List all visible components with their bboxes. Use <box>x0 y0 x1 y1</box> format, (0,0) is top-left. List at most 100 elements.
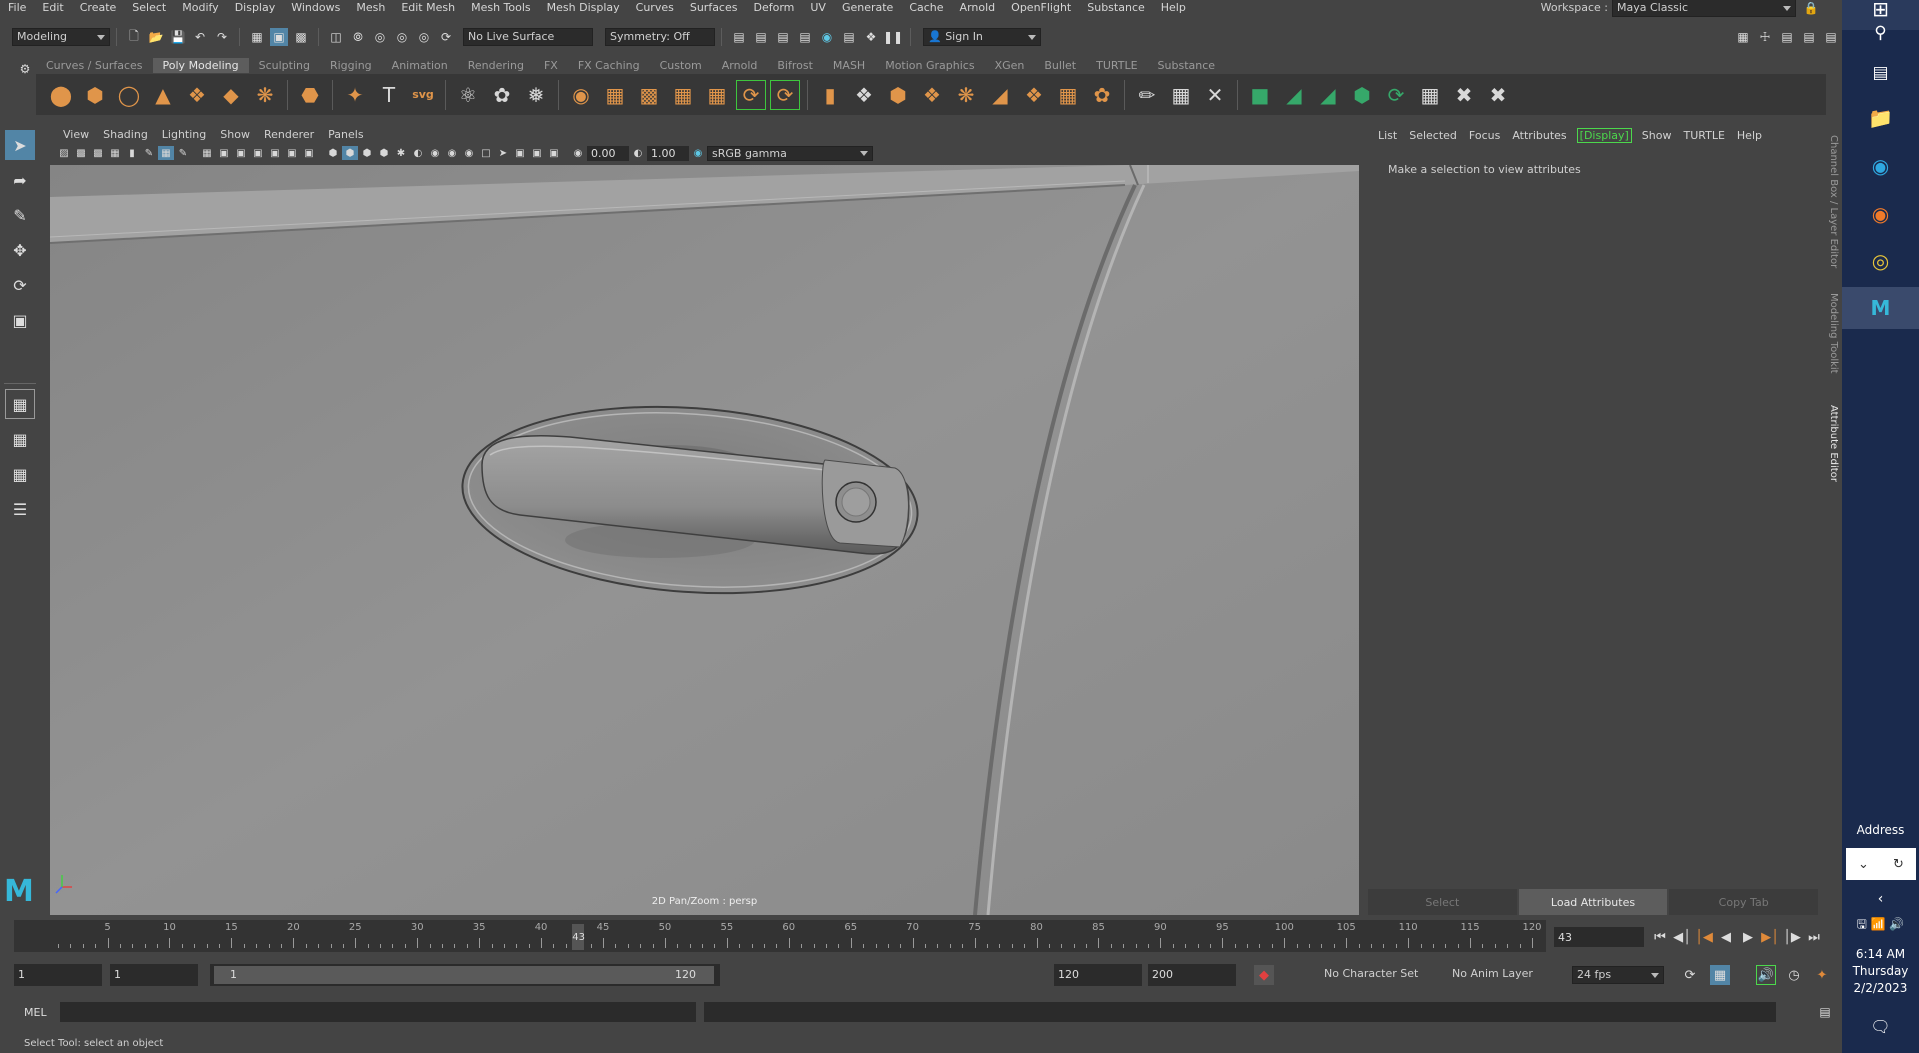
firefox-icon[interactable]: ◉ <box>1842 193 1919 235</box>
go-to-end-icon[interactable]: ⏭ <box>1804 927 1824 947</box>
smooth-icon[interactable]: ❅ <box>521 80 551 110</box>
screen-space-ao-icon[interactable]: ◉ <box>427 146 443 160</box>
gamma-input[interactable]: 1.00 <box>647 145 689 161</box>
hypershade-icon[interactable]: ◉ <box>818 28 836 46</box>
super-shape-icon[interactable]: ✦ <box>340 80 370 110</box>
mode-dropdown[interactable]: Modeling <box>12 28 110 46</box>
snap-view-icon[interactable]: ◎ <box>393 28 411 46</box>
pan-zoom-icon[interactable]: ▦ <box>158 146 174 160</box>
shelf-tab-fx-caching[interactable]: FX Caching <box>568 58 650 73</box>
weld-icon[interactable]: ❋ <box>951 80 981 110</box>
slide-edge-icon[interactable]: ▦ <box>1166 80 1196 110</box>
depth-of-field-icon[interactable]: □ <box>478 146 494 160</box>
shelf-tab-motion-graphics[interactable]: Motion Graphics <box>875 58 984 73</box>
shelf-tab-arnold[interactable]: Arnold <box>712 58 768 73</box>
symmetry-dropdown[interactable]: Symmetry: Off <box>605 28 715 46</box>
field-chart-icon[interactable]: ▣ <box>267 146 283 160</box>
color-space-dropdown[interactable]: sRGB gamma <box>707 145 873 161</box>
tool-settings-icon[interactable]: ▤ <box>1800 28 1818 46</box>
vp-menu-renderer[interactable]: Renderer <box>257 128 321 141</box>
step-back-frame-icon[interactable]: ◀│ <box>1672 927 1692 947</box>
shelf-tab-fx[interactable]: FX <box>534 58 568 73</box>
snap-point-icon[interactable]: ◎ <box>371 28 389 46</box>
character-set-dropdown[interactable]: No Character Set <box>1320 966 1432 984</box>
copy-tab-button[interactable]: Copy Tab <box>1669 889 1819 915</box>
ae-menu-show[interactable]: Show <box>1636 129 1678 142</box>
shelf-tab-xgen[interactable]: XGen <box>985 58 1035 73</box>
tab-modeling-toolkit[interactable]: Modeling Toolkit <box>1828 293 1839 374</box>
task-view-icon[interactable]: ▤ <box>1842 52 1919 94</box>
ae-menu-selected[interactable]: Selected <box>1403 129 1463 142</box>
menu-mesh-tools[interactable]: Mesh Tools <box>463 0 539 15</box>
extrude-icon[interactable]: ▦ <box>600 80 630 110</box>
uv-sew-icon[interactable]: ✖ <box>1483 80 1513 110</box>
anti-aliasing-icon[interactable]: ◉ <box>461 146 477 160</box>
redo-icon[interactable]: ↷ <box>213 28 231 46</box>
bookmarks-icon[interactable]: ▩ <box>90 146 106 160</box>
shelf-tab-custom[interactable]: Custom <box>650 58 712 73</box>
boolean-icon[interactable]: ◉ <box>566 80 596 110</box>
live-surface-field[interactable]: No Live Surface <box>463 28 593 46</box>
platonic-solid-icon[interactable]: ⬣ <box>295 80 325 110</box>
gamma-icon[interactable]: ◐ <box>630 146 646 160</box>
modeling-toolkit-icon[interactable]: ▦ <box>1734 28 1752 46</box>
camera-attributes-icon[interactable]: ▩ <box>73 146 89 160</box>
uv-spherical-icon[interactable]: ◢ <box>1313 80 1343 110</box>
sound-icon[interactable]: 🔊 <box>1756 965 1776 985</box>
poly-cube-icon[interactable]: ⬢ <box>80 80 110 110</box>
type-tool-icon[interactable]: T <box>374 80 404 110</box>
motion-blur-icon[interactable]: ◉ <box>444 146 460 160</box>
paint-select-tool-icon[interactable]: ✎ <box>5 200 35 230</box>
address-toolbar-input[interactable]: ⌄ ↻ <box>1846 848 1916 880</box>
poly-disc-icon[interactable]: ❋ <box>250 80 280 110</box>
poly-cone-icon[interactable]: ▲ <box>148 80 178 110</box>
two-pane-layout-icon[interactable]: ▦ <box>5 459 35 489</box>
auto-key-icon[interactable]: ◆ <box>1254 965 1274 985</box>
shelf-tab-curves-surfaces[interactable]: Curves / Surfaces <box>36 58 153 73</box>
shelf-tab-substance[interactable]: Substance <box>1148 58 1226 73</box>
undo-icon[interactable]: ↶ <box>191 28 209 46</box>
exposure-icon[interactable]: ◉ <box>570 146 586 160</box>
command-input[interactable] <box>60 1002 696 1022</box>
vp-menu-show[interactable]: Show <box>213 128 257 141</box>
rotate-tool-icon[interactable]: ⟳ <box>5 270 35 300</box>
anim-layer-dropdown[interactable]: No Anim Layer <box>1448 966 1548 984</box>
lasso-tool-icon[interactable]: ➦ <box>5 165 35 195</box>
resolution-gate-icon[interactable]: ▣ <box>233 146 249 160</box>
perspective-viewport[interactable]: 2D Pan/Zoom : persp <box>50 165 1359 915</box>
wireframe-on-shaded-icon[interactable]: ⬢ <box>359 146 375 160</box>
smooth-shade-icon[interactable]: ⬢ <box>342 146 358 160</box>
shelf-tab-bullet[interactable]: Bullet <box>1034 58 1086 73</box>
scale-tool-icon[interactable]: ▣ <box>5 305 35 335</box>
chrome-icon[interactable]: ◎ <box>1842 240 1919 282</box>
separate-icon[interactable]: ✿ <box>487 80 517 110</box>
textured-icon[interactable]: ⬢ <box>376 146 392 160</box>
menu-edit[interactable]: Edit <box>34 0 71 15</box>
wireframe-icon[interactable]: ⬢ <box>325 146 341 160</box>
vp-menu-view[interactable]: View <box>56 128 96 141</box>
menu-generate[interactable]: Generate <box>834 0 901 15</box>
attribute-editor-toggle-icon[interactable]: ▤ <box>1778 28 1796 46</box>
poly-plane-icon[interactable]: ◆ <box>216 80 246 110</box>
file-explorer-icon[interactable]: 📁 <box>1842 97 1919 139</box>
playback-start-input[interactable]: 1 <box>110 964 198 986</box>
snap-pivot-icon[interactable]: ⟳ <box>437 28 455 46</box>
tab-channel-box[interactable]: Channel Box / Layer Editor <box>1828 135 1839 268</box>
select-tool-icon[interactable]: ➤ <box>5 130 35 160</box>
snap-curve-icon[interactable]: ⦾ <box>349 28 367 46</box>
ipr-render-icon[interactable]: ▤ <box>774 28 792 46</box>
svg-tool-icon[interactable]: svg <box>408 80 438 110</box>
xray-icon[interactable]: ▣ <box>512 146 528 160</box>
four-view-layout-icon[interactable]: ▦ <box>5 424 35 454</box>
annotation-icon[interactable]: ✎ <box>175 146 191 160</box>
search-icon[interactable]: ⚲ <box>1842 12 1919 54</box>
uv-planar-icon[interactable]: ■ <box>1245 80 1275 110</box>
menu-curves[interactable]: Curves <box>628 0 682 15</box>
menu-mesh-display[interactable]: Mesh Display <box>539 0 628 15</box>
maya-taskbar-icon[interactable]: M <box>1842 287 1919 329</box>
multi-cut-icon[interactable]: ⟳ <box>736 79 766 110</box>
uv-automatic-icon[interactable]: ⬢ <box>1347 80 1377 110</box>
merge-icon[interactable]: ❖ <box>849 80 879 110</box>
shadows-icon[interactable]: ◐ <box>410 146 426 160</box>
bevel-icon[interactable]: ▦ <box>668 80 698 110</box>
